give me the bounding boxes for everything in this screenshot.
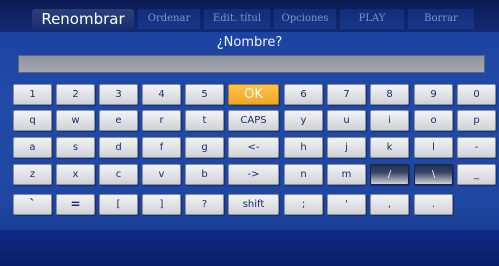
key-i[interactable]: i [370, 110, 409, 131]
key-j[interactable]: j [327, 137, 366, 158]
period-key[interactable]: . [414, 194, 453, 215]
key-x[interactable]: x [56, 164, 95, 185]
tab-play[interactable]: PLAY [340, 9, 404, 29]
key-8[interactable]: 8 [370, 84, 409, 105]
key-u[interactable]: u [327, 110, 366, 131]
key-y[interactable]: y [284, 110, 323, 131]
key-n[interactable]: n [284, 164, 323, 185]
key-1[interactable]: 1 [13, 84, 52, 105]
key-l[interactable]: l [414, 137, 453, 158]
key-5[interactable]: 5 [185, 84, 224, 105]
key-q[interactable]: q [13, 110, 52, 131]
tab-borrar[interactable]: Borrar [408, 9, 474, 29]
key-a[interactable]: a [13, 137, 52, 158]
shift-key[interactable]: shift [228, 194, 279, 215]
slash-key[interactable]: / [370, 164, 409, 185]
comma-key[interactable]: , [370, 194, 409, 215]
left-bracket-key[interactable]: [ [99, 194, 138, 215]
semicolon-key[interactable]: ; [284, 194, 323, 215]
key-k[interactable]: k [370, 137, 409, 158]
key-h[interactable]: h [284, 137, 323, 158]
underscore-key[interactable]: _ [457, 164, 496, 185]
key-s[interactable]: s [56, 137, 95, 158]
apostrophe-key[interactable]: ' [327, 194, 366, 215]
backspace-key[interactable]: <- [228, 137, 279, 158]
key-9[interactable]: 9 [414, 84, 453, 105]
key-z[interactable]: z [13, 164, 52, 185]
backslash-key[interactable]: \ [414, 164, 453, 185]
key-7[interactable]: 7 [327, 84, 366, 105]
tab-bar: Renombrar Ordenar Edit. títul Opciones P… [0, 0, 499, 32]
key-w[interactable]: w [56, 110, 95, 131]
caps-key[interactable]: CAPS [228, 110, 279, 131]
forward-key[interactable]: -> [228, 164, 279, 185]
key-e[interactable]: e [99, 110, 138, 131]
tab-ordenar[interactable]: Ordenar [138, 9, 200, 29]
question-key[interactable]: ? [185, 194, 224, 215]
key-g[interactable]: g [185, 137, 224, 158]
backtick-key[interactable]: ` [13, 194, 52, 215]
key-4[interactable]: 4 [142, 84, 181, 105]
key-m[interactable]: m [327, 164, 366, 185]
footer-bar [0, 230, 499, 266]
tab-renombrar[interactable]: Renombrar [32, 9, 134, 29]
key-b[interactable]: b [185, 164, 224, 185]
key-v[interactable]: v [142, 164, 181, 185]
tab-edit-titulo[interactable]: Edit. títul [204, 9, 270, 29]
osd-screen: Renombrar Ordenar Edit. títul Opciones P… [0, 0, 499, 266]
prompt-title: ¿Nombre? [216, 35, 283, 50]
key-t[interactable]: t [185, 110, 224, 131]
key-d[interactable]: d [99, 137, 138, 158]
dash-key[interactable]: - [457, 137, 496, 158]
key-o[interactable]: o [414, 110, 453, 131]
key-2[interactable]: 2 [56, 84, 95, 105]
key-6[interactable]: 6 [284, 84, 323, 105]
right-bracket-key[interactable]: ] [142, 194, 181, 215]
ok-key[interactable]: OK [228, 84, 279, 105]
tab-opciones[interactable]: Opciones [274, 9, 336, 29]
name-input[interactable] [18, 55, 485, 73]
key-3[interactable]: 3 [99, 84, 138, 105]
key-r[interactable]: r [142, 110, 181, 131]
key-c[interactable]: c [99, 164, 138, 185]
key-f[interactable]: f [142, 137, 181, 158]
key-0[interactable]: 0 [457, 84, 496, 105]
key-p[interactable]: p [457, 110, 496, 131]
equals-key[interactable]: = [56, 194, 95, 215]
